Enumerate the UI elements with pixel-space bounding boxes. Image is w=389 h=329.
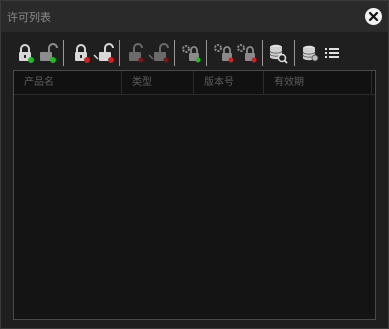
window-title: 许可列表 xyxy=(7,11,51,24)
toolbar-separator xyxy=(294,40,295,66)
column-header-type[interactable]: 类型 xyxy=(122,71,194,94)
column-header-expiry[interactable]: 有效期 xyxy=(264,71,372,94)
lock-green-icon[interactable] xyxy=(14,42,36,64)
toolbar xyxy=(1,39,388,67)
database-icon[interactable] xyxy=(299,42,321,64)
column-header-version[interactable]: 版本号 xyxy=(194,71,264,94)
unlock-green-icon[interactable] xyxy=(37,42,59,64)
toolbar-separator xyxy=(262,40,263,66)
title-bar: 许可列表 xyxy=(1,1,388,32)
list-icon[interactable] xyxy=(321,42,343,64)
license-table: 产品名 类型 版本号 有效期 xyxy=(13,70,376,320)
lock-settings-multi-icon[interactable] xyxy=(212,42,234,64)
toolbar-separator xyxy=(63,40,64,66)
lock-settings-icon[interactable] xyxy=(179,42,201,64)
close-icon[interactable] xyxy=(364,7,383,26)
license-list-window: 许可列表 产品名 类型 版本号 有效期 xyxy=(0,0,389,329)
lock-settings-multi-2-icon[interactable] xyxy=(235,42,257,64)
unlock-disabled-icon[interactable] xyxy=(148,42,170,64)
toolbar-separator xyxy=(119,40,120,66)
lock-red-icon[interactable] xyxy=(70,42,92,64)
column-header-product-name[interactable]: 产品名 xyxy=(14,71,122,94)
database-search-icon[interactable] xyxy=(267,42,289,64)
toolbar-separator xyxy=(174,40,175,66)
table-header: 产品名 类型 版本号 有效期 xyxy=(14,71,375,95)
toolbar-separator xyxy=(206,40,207,66)
unlock-red-icon[interactable] xyxy=(93,42,115,64)
lock-disabled-icon[interactable] xyxy=(125,42,147,64)
